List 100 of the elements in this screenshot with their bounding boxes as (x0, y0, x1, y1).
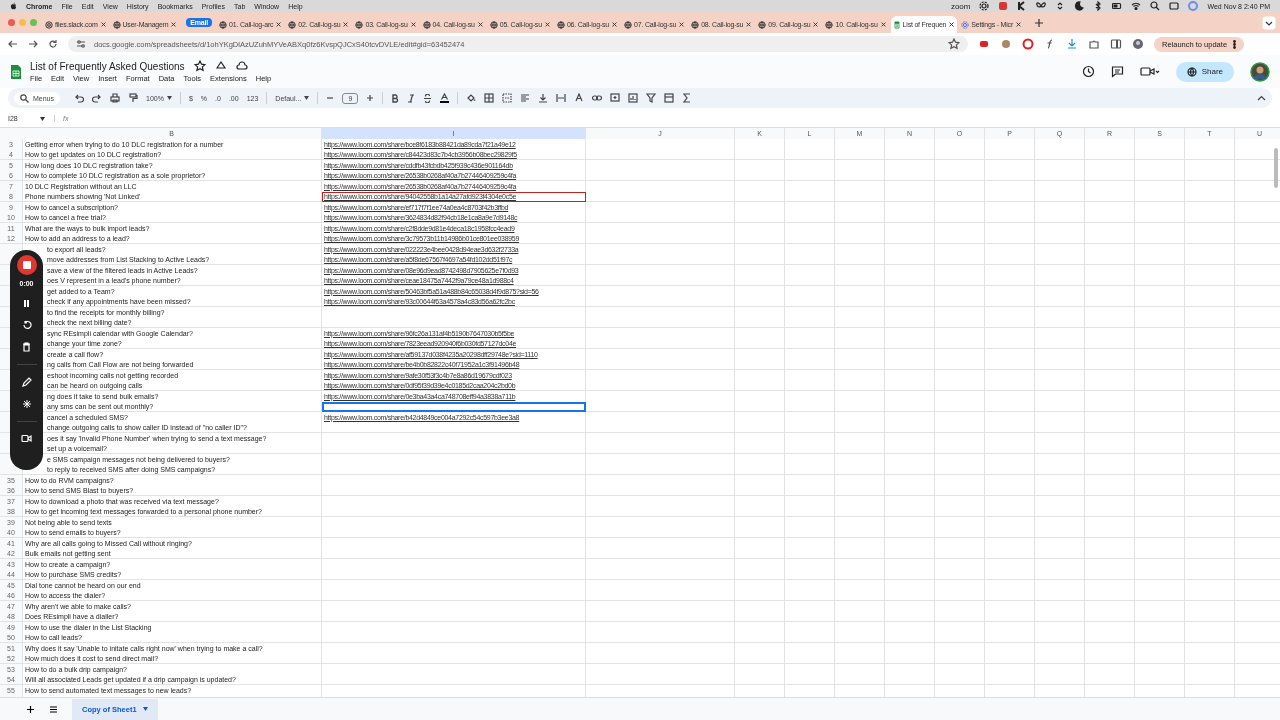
scrollbar-thumb[interactable] (1274, 148, 1278, 188)
text-rotation-icon[interactable] (574, 93, 585, 103)
globe-icon (489, 20, 498, 29)
caret-icon (304, 96, 310, 100)
text-wrap-icon[interactable] (556, 93, 567, 103)
pencil-icon[interactable] (21, 377, 32, 387)
file-icon (45, 20, 53, 29)
bold-icon[interactable] (391, 93, 400, 103)
back-arrow-icon[interactable] (8, 39, 18, 49)
globe-icon (758, 20, 767, 29)
insert-chart-icon[interactable] (628, 93, 639, 103)
globe-icon (825, 20, 834, 29)
more-icon (1233, 39, 1237, 49)
close-icon[interactable] (1015, 21, 1022, 28)
moon-icon[interactable] (1074, 1, 1085, 11)
globe-icon (219, 20, 228, 29)
caret-icon (142, 707, 148, 711)
link-icon[interactable] (592, 93, 603, 103)
globe-icon (355, 20, 364, 29)
filter-views-icon[interactable] (664, 93, 675, 103)
insert-comment-icon[interactable] (610, 93, 621, 103)
globe-icon (288, 20, 297, 29)
stop-sign-icon[interactable] (1022, 38, 1034, 50)
star-icon[interactable] (193, 60, 206, 72)
forward-arrow-icon[interactable] (28, 39, 38, 49)
reload-icon[interactable] (48, 39, 58, 49)
sheets-logo-icon[interactable] (10, 63, 22, 80)
search-icon[interactable] (1150, 1, 1161, 11)
close-icon[interactable] (275, 21, 283, 28)
undo-icon[interactable] (74, 93, 84, 103)
close-icon[interactable] (543, 21, 551, 28)
functions-icon[interactable] (682, 93, 693, 103)
close-icon[interactable] (611, 21, 618, 28)
close-icon[interactable] (170, 21, 178, 28)
avatar-icon[interactable] (1250, 61, 1270, 82)
minus-icon[interactable] (326, 94, 335, 102)
status-text[interactable]: zoom (950, 1, 971, 11)
battery-icon[interactable] (1112, 1, 1123, 11)
search-icon (20, 93, 29, 103)
globe-icon (112, 20, 121, 29)
share-button[interactable]: Share (1175, 61, 1234, 82)
video-call-icon[interactable] (1139, 65, 1160, 78)
puzzle-icon[interactable] (1088, 38, 1100, 50)
document-title[interactable]: List of Frequently Asked Questions (30, 60, 185, 72)
pause-icon[interactable] (22, 299, 31, 308)
vertical-align-icon[interactable] (538, 93, 549, 103)
extension-icon[interactable] (1000, 38, 1012, 50)
stop-record-button-icon[interactable] (15, 254, 38, 276)
trash-icon[interactable] (22, 342, 31, 352)
collapse-icon[interactable] (1257, 93, 1266, 103)
comment-icon[interactable] (1110, 65, 1124, 78)
butterfly-icon[interactable] (1036, 1, 1047, 11)
close-icon[interactable] (678, 21, 686, 28)
close-icon[interactable] (342, 21, 350, 28)
close-icon[interactable] (745, 21, 753, 28)
plus-icon[interactable] (1034, 17, 1044, 28)
plus-icon[interactable] (366, 94, 375, 102)
wifi-icon[interactable] (1131, 1, 1142, 11)
camera-icon[interactable] (21, 434, 32, 443)
avatar-icon[interactable] (1132, 38, 1144, 50)
download-icon[interactable] (1066, 38, 1078, 50)
chevron-down-icon[interactable] (1262, 15, 1276, 30)
app-icon[interactable] (998, 1, 1009, 11)
video-extension-icon[interactable] (978, 38, 990, 50)
redo-icon[interactable] (92, 93, 102, 103)
move-icon[interactable] (214, 60, 227, 72)
filter-icon[interactable] (646, 93, 657, 103)
paint-format-icon[interactable] (128, 93, 138, 103)
control-center-icon[interactable] (1169, 1, 1180, 11)
cloud-icon[interactable] (235, 60, 248, 72)
close-icon[interactable] (409, 21, 417, 28)
globe-icon (691, 20, 700, 29)
merge-cells-icon[interactable] (502, 93, 513, 103)
site-settings-icon[interactable] (76, 39, 86, 49)
globe-icon (1186, 66, 1197, 77)
side-panel-icon[interactable] (1110, 38, 1122, 50)
globe-icon (422, 20, 431, 29)
italic-icon[interactable] (407, 93, 416, 103)
strikethrough-icon[interactable] (423, 93, 433, 103)
caret-icon (166, 96, 172, 100)
selected-cell[interactable] (322, 401, 586, 412)
close-icon[interactable] (812, 21, 820, 28)
add-sheet-icon[interactable] (26, 704, 35, 714)
borders-icon[interactable] (484, 93, 495, 103)
text-color-icon[interactable] (440, 93, 450, 103)
all-sheets-icon[interactable] (49, 704, 58, 714)
print-icon[interactable] (110, 93, 120, 103)
close-icon[interactable] (476, 21, 484, 28)
fill-color-icon[interactable] (466, 93, 477, 103)
star-icon[interactable] (948, 38, 960, 50)
history-icon[interactable] (1081, 65, 1095, 78)
apple-icon[interactable] (10, 2, 17, 10)
gear-icon (961, 20, 970, 29)
close-icon[interactable] (879, 21, 887, 28)
close-icon[interactable] (99, 21, 107, 28)
sparkle-icon[interactable] (21, 399, 32, 409)
gear-icon[interactable] (979, 1, 990, 11)
close-icon[interactable] (948, 21, 956, 28)
restart-icon[interactable] (21, 320, 32, 330)
globe-icon (624, 20, 632, 29)
